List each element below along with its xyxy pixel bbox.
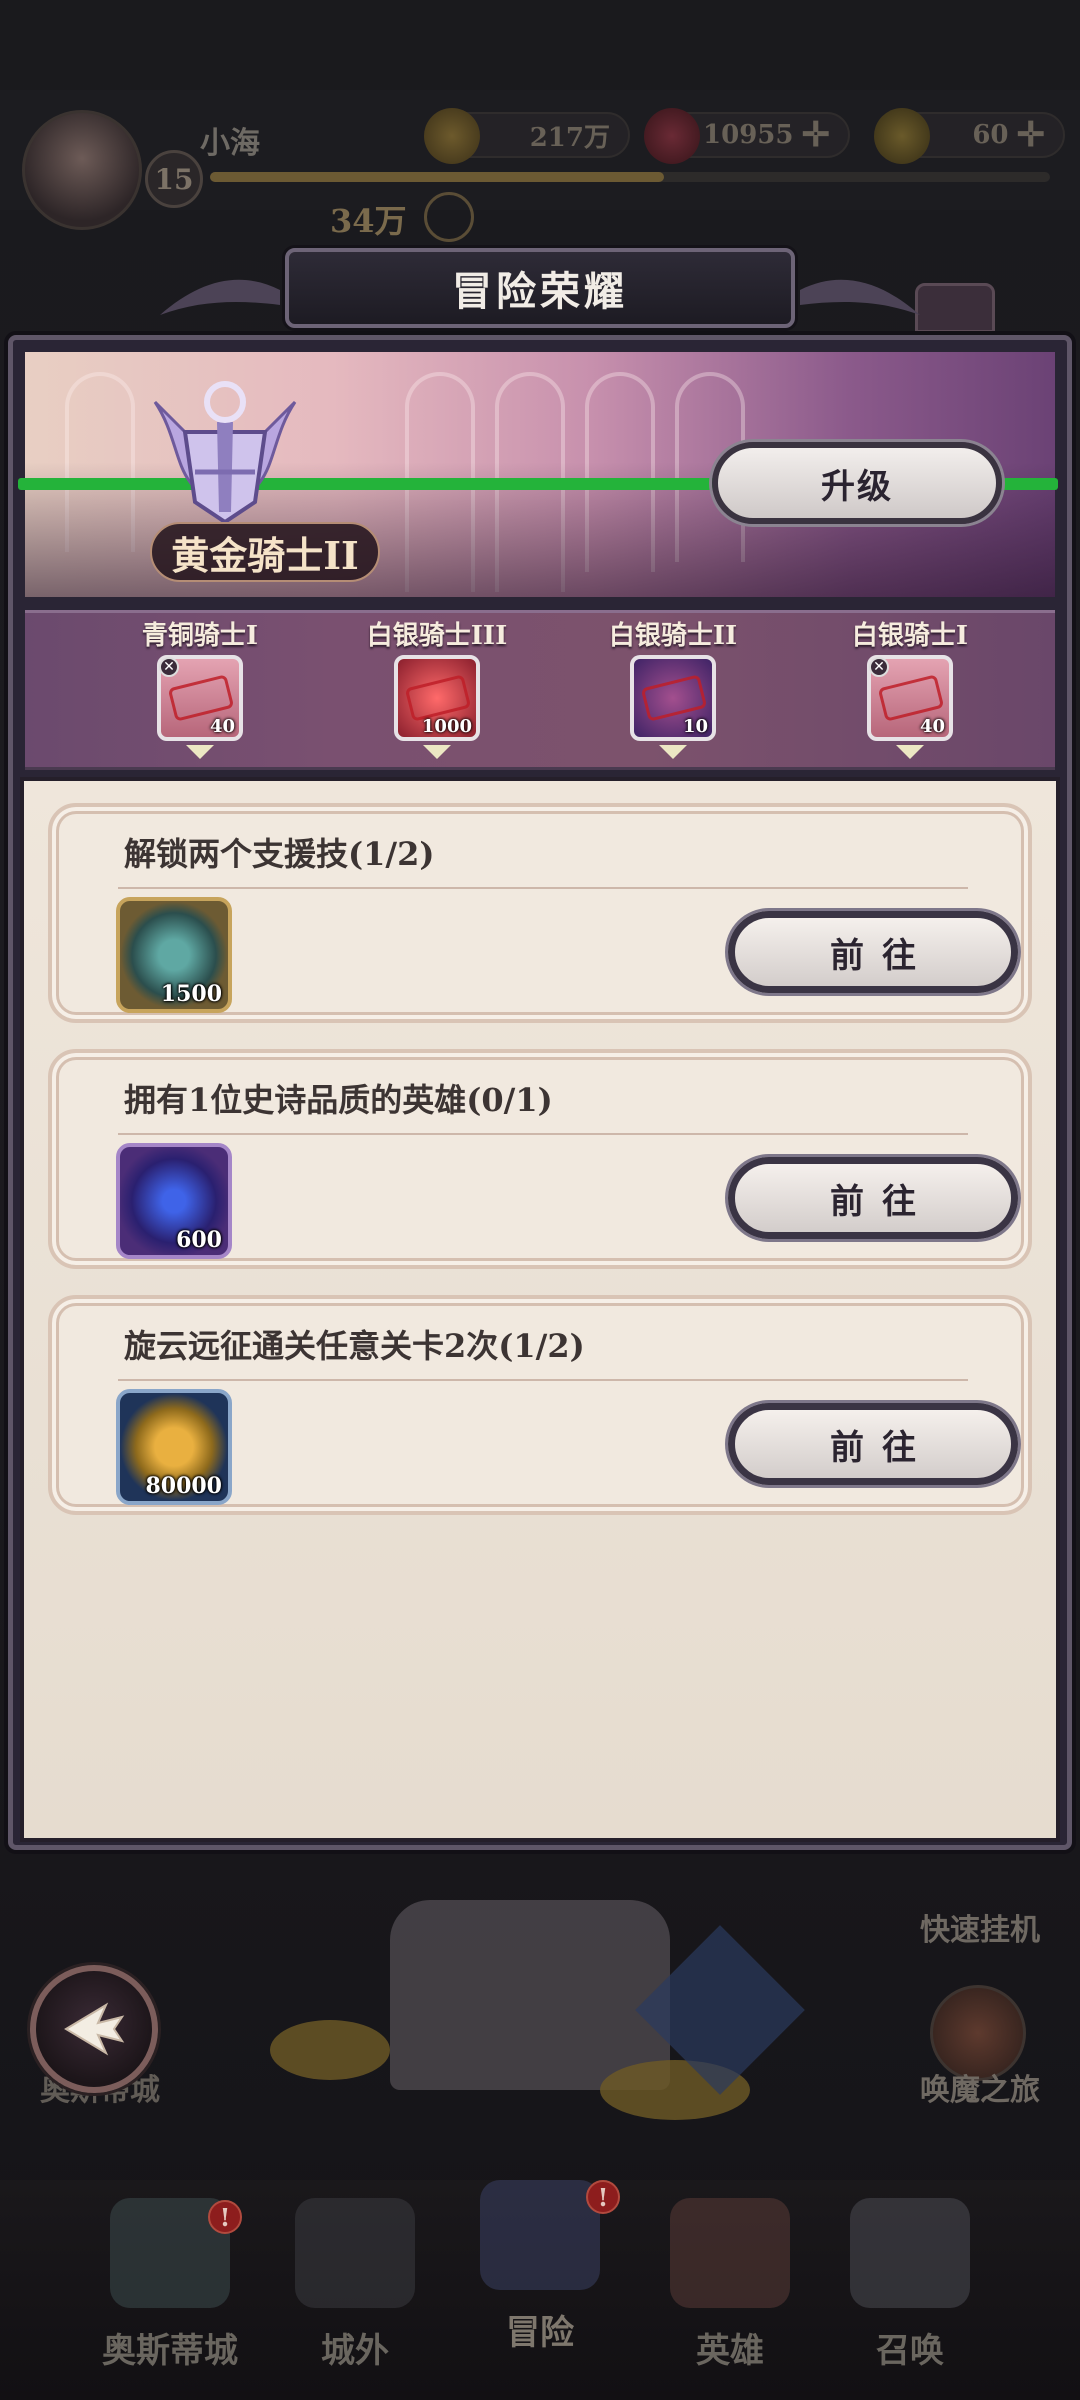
go-button-label: 前往 — [830, 1427, 934, 1468]
red-gem-icon[interactable]: 1000 — [394, 655, 480, 741]
track-node-qty: 40 — [209, 716, 235, 737]
fragment-corner-icon: ✕ — [869, 657, 889, 677]
go-button-label: 前往 — [830, 1181, 934, 1222]
task-card: 旋云远征通关任意关卡2次(1/2) 80000 前往 — [48, 1295, 1032, 1515]
nav-summon[interactable]: 召唤 — [820, 2188, 1000, 2378]
arch-decoration — [585, 372, 655, 572]
player-name: 小海 — [200, 126, 260, 161]
nav-city-label: 奥斯蒂城 — [102, 2331, 238, 2371]
divider — [118, 1133, 968, 1135]
adventure-icon — [480, 2180, 600, 2290]
gem-resource: 10955 ✛ — [644, 108, 850, 164]
xp-bar — [210, 172, 1050, 182]
quick-idle-button[interactable]: 快速挂机 — [920, 1905, 1040, 1949]
reward-qty: 600 — [176, 1227, 222, 1253]
gold-resource: 217万 — [424, 108, 630, 164]
player-level: 15 — [154, 162, 194, 196]
nav-heroes-label: 英雄 — [696, 2331, 764, 2371]
gem-icon — [644, 108, 700, 164]
token-resource: 60 ✛ — [874, 108, 1065, 164]
track-marker-icon — [896, 745, 924, 759]
gem-value: 10955 — [703, 120, 794, 150]
claimed-seal-icon — [404, 674, 472, 722]
fragment-corner-icon: ✕ — [159, 657, 179, 677]
add-tokens-button[interactable]: ✛ — [1017, 118, 1046, 152]
track-node[interactable]: 白银骑士I ✕ 40 — [800, 605, 1020, 765]
modal-tab-decoration — [915, 283, 995, 333]
go-button-label: 前往 — [830, 935, 934, 976]
nav-heroes[interactable]: 英雄 — [640, 2188, 820, 2378]
track-node-qty: 40 — [919, 716, 945, 737]
claimed-seal-icon — [877, 674, 945, 722]
current-rank-plate: 黄金骑士II — [150, 522, 380, 582]
track-marker-icon — [423, 745, 451, 759]
go-button[interactable]: 前往 — [728, 911, 1018, 993]
purple-card-icon[interactable]: 10 — [630, 655, 716, 741]
nav-summon-label: 召唤 — [876, 2331, 944, 2371]
upgrade-button-label: 升级 — [821, 466, 893, 507]
claimed-seal-icon — [640, 674, 708, 722]
coins-pile-art — [270, 2020, 390, 2080]
track-node-label: 白银骑士II — [608, 621, 738, 651]
task-title: 解锁两个支援技(1/2) — [124, 835, 435, 873]
gold-value: 217万 — [529, 122, 610, 153]
divider — [118, 887, 968, 889]
reward-qty: 1500 — [160, 981, 222, 1007]
nav-city-alert-badge: ! — [208, 2200, 242, 2234]
power-value: 34万 — [330, 202, 407, 240]
summon-icon — [850, 2198, 970, 2308]
arch-decoration — [65, 372, 135, 552]
blue-crystal-icon[interactable]: 600 — [116, 1143, 232, 1259]
hero-card-icon[interactable]: ✕ 40 — [867, 655, 953, 741]
track-node-qty: 10 — [682, 716, 708, 737]
task-title: 旋云远征通关任意关卡2次(1/2) — [124, 1327, 585, 1365]
nav-adventure-label: 冒险 — [506, 2313, 574, 2353]
upgrade-button[interactable]: 升级 — [712, 442, 1002, 524]
hero-icon — [670, 2198, 790, 2308]
support-orb-icon[interactable]: 1500 — [116, 897, 232, 1013]
gold-coin-icon[interactable]: 80000 — [116, 1389, 232, 1505]
ship-icon — [295, 2198, 415, 2308]
back-arrow-icon — [64, 2002, 125, 2056]
track-node-label: 白银骑士I — [851, 621, 969, 651]
modal-title: 冒险荣耀 — [452, 268, 628, 315]
track-node-qty: 1000 — [421, 716, 472, 737]
player-level-badge: 15 — [145, 150, 203, 208]
task-panel: 解锁两个支援技(1/2) 1500 前往 拥有1位史诗品质的英雄(0/1) 60… — [20, 777, 1060, 1842]
task-card: 拥有1位史诗品质的英雄(0/1) 600 前往 — [48, 1049, 1032, 1269]
nav-adventure-alert-badge: ! — [586, 2180, 620, 2214]
divider — [118, 1379, 968, 1381]
nav-outskirts-label: 城外 — [321, 2331, 389, 2371]
token-icon — [874, 108, 930, 164]
track-marker-icon — [659, 745, 687, 759]
hero-card-icon[interactable]: ✕ 40 — [157, 655, 243, 741]
gold-icon — [424, 108, 480, 164]
track-node-label: 白银骑士III — [366, 621, 508, 651]
track-marker-icon — [186, 745, 214, 759]
track-node[interactable]: 白银骑士III 1000 — [327, 605, 547, 765]
power-icon — [424, 192, 474, 242]
player-avatar[interactable] — [22, 110, 142, 230]
summon-journey-label: 唤魔之旅 — [920, 2073, 1040, 2108]
go-button[interactable]: 前往 — [728, 1157, 1018, 1239]
go-button[interactable]: 前往 — [728, 1403, 1018, 1485]
track-node[interactable]: 青铜骑士I ✕ 40 — [90, 605, 310, 765]
track-node[interactable]: 白银骑士II 10 — [563, 605, 783, 765]
treasure-chest-art — [390, 1900, 670, 2090]
task-card: 解锁两个支援技(1/2) 1500 前往 — [48, 803, 1032, 1023]
xp-fill — [210, 172, 664, 182]
title-wing-left-icon — [160, 279, 280, 315]
rank-emblem-icon — [153, 381, 297, 525]
title-wing-right-icon — [800, 279, 920, 315]
current-rank-name: 黄金骑士II — [171, 532, 359, 578]
task-title: 拥有1位史诗品质的英雄(0/1) — [124, 1081, 553, 1119]
claimed-seal-icon — [167, 674, 235, 722]
back-button[interactable] — [30, 1965, 158, 2093]
reward-qty: 80000 — [145, 1473, 222, 1499]
token-value: 60 — [972, 120, 1009, 150]
add-gems-button[interactable]: ✛ — [802, 118, 831, 152]
nav-outskirts[interactable]: 城外 — [265, 2188, 445, 2378]
track-node-label: 青铜骑士I — [141, 621, 259, 651]
modal-title-plate: 冒险荣耀 — [285, 248, 795, 328]
